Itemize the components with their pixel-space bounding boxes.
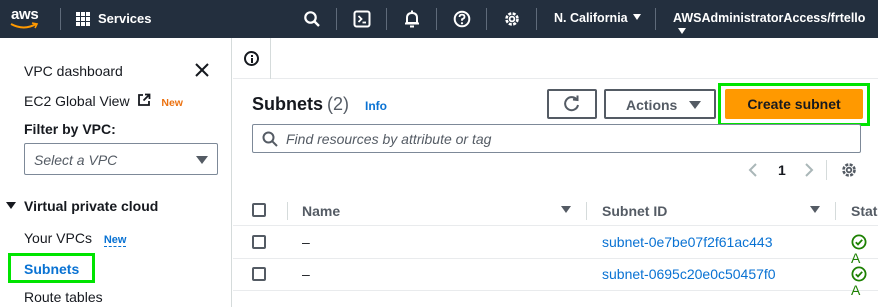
refresh-button[interactable] (547, 89, 597, 119)
info-link[interactable]: Info (365, 99, 387, 113)
column-divider (287, 202, 288, 220)
chevron-down-icon (632, 14, 641, 20)
search-input[interactable]: Find resources by attribute or tag (252, 124, 861, 153)
status-success-icon (851, 234, 867, 250)
top-navigation-bar: aws Services N. California AWSAdministra… (0, 0, 878, 38)
services-menu[interactable]: Services (98, 11, 152, 26)
notifications-bell-icon[interactable] (403, 10, 421, 28)
region-label: N. California (554, 11, 628, 25)
row-status: A (851, 266, 878, 298)
row-subnet-id-link[interactable]: subnet-0e7be07f2f61ac443 (602, 234, 772, 250)
search-icon (262, 131, 278, 147)
previous-page-icon[interactable] (747, 162, 759, 178)
actions-dropdown-button[interactable]: Actions (604, 89, 716, 119)
select-all-checkbox[interactable] (252, 203, 266, 217)
column-header-name[interactable]: Name (302, 203, 340, 219)
chevron-down-icon (196, 156, 208, 164)
sidebar-item-ec2-global-view[interactable]: EC2 Global View New (24, 93, 183, 109)
info-panel-toggle[interactable] (233, 38, 271, 79)
close-icon[interactable] (194, 62, 210, 78)
row-name: – (302, 234, 310, 250)
next-page-icon[interactable] (803, 162, 815, 178)
caret-down-icon (6, 202, 16, 209)
aws-logo-text: aws (11, 6, 39, 23)
search-icon[interactable] (303, 10, 321, 28)
divider (486, 8, 487, 30)
region-selector[interactable]: N. California (554, 11, 641, 25)
divider (436, 8, 437, 30)
section-title: Virtual private cloud (24, 198, 159, 214)
chevron-down-icon (678, 28, 686, 34)
table-preferences-gear-icon[interactable] (840, 161, 858, 179)
sidebar-item-your-vpcs[interactable]: Your VPCs New (24, 230, 127, 247)
create-subnet-label: Create subnet (747, 96, 841, 112)
table-row[interactable] (233, 259, 878, 291)
row-checkbox[interactable] (252, 235, 266, 249)
column-header-status[interactable]: Stat (851, 203, 877, 219)
account-label: AWSAdministratorAccess/frtello (673, 11, 866, 25)
cloudshell-icon[interactable] (353, 10, 371, 28)
subnets-label: Subnets (24, 261, 80, 277)
divider (536, 8, 537, 30)
page-number[interactable]: 1 (778, 162, 786, 178)
divider (655, 8, 656, 30)
page-title: Subnets (2) (252, 94, 349, 115)
settings-gear-icon[interactable] (503, 10, 521, 28)
info-icon (244, 51, 259, 66)
page-title-text: Subnets (252, 94, 324, 114)
refresh-icon (564, 95, 579, 112)
search-placeholder: Find resources by attribute or tag (286, 131, 492, 147)
item-count: (2) (327, 94, 350, 114)
divider (826, 160, 827, 180)
sidebar-item-vpc-dashboard[interactable]: VPC dashboard (24, 63, 123, 79)
new-badge: New (103, 234, 127, 247)
table-row[interactable] (233, 227, 878, 259)
column-header-subnet-id[interactable]: Subnet ID (602, 203, 667, 219)
help-icon[interactable] (453, 10, 471, 28)
create-subnet-button[interactable]: Create subnet (725, 89, 863, 119)
row-status-text: A (851, 282, 861, 298)
caret-down-icon (689, 101, 701, 109)
vpc-filter-select[interactable]: Select a VPC (24, 143, 218, 175)
column-divider (586, 202, 587, 220)
row-subnet-id-link[interactable]: subnet-0695c20e0c50457f0 (602, 266, 776, 282)
sort-caret-icon[interactable] (810, 206, 820, 213)
sidebar-item-route-tables[interactable]: Route tables (24, 289, 103, 305)
ec2-global-view-label: EC2 Global View (24, 93, 130, 109)
divider (386, 8, 387, 30)
vpc-filter-placeholder: Select a VPC (34, 152, 118, 168)
divider (60, 8, 61, 30)
status-success-icon (851, 266, 867, 282)
new-badge: New (161, 97, 183, 109)
filter-by-vpc-label: Filter by VPC: (24, 121, 116, 137)
aws-logo[interactable]: aws (10, 6, 44, 32)
section-virtual-private-cloud[interactable]: Virtual private cloud (6, 198, 158, 214)
external-link-icon (138, 93, 151, 106)
sort-caret-icon[interactable] (561, 206, 571, 213)
aws-smile-icon (10, 22, 39, 29)
services-grid-icon[interactable] (76, 12, 90, 26)
row-checkbox[interactable] (252, 267, 266, 281)
row-name: – (302, 266, 310, 282)
actions-label: Actions (626, 97, 678, 113)
sidebar-item-subnets[interactable]: Subnets (8, 253, 95, 283)
account-menu[interactable]: AWSAdministratorAccess/frtello (673, 11, 878, 39)
your-vpcs-label: Your VPCs (24, 230, 92, 246)
column-divider (835, 202, 836, 220)
divider (336, 8, 337, 30)
tools-strip (233, 38, 878, 79)
